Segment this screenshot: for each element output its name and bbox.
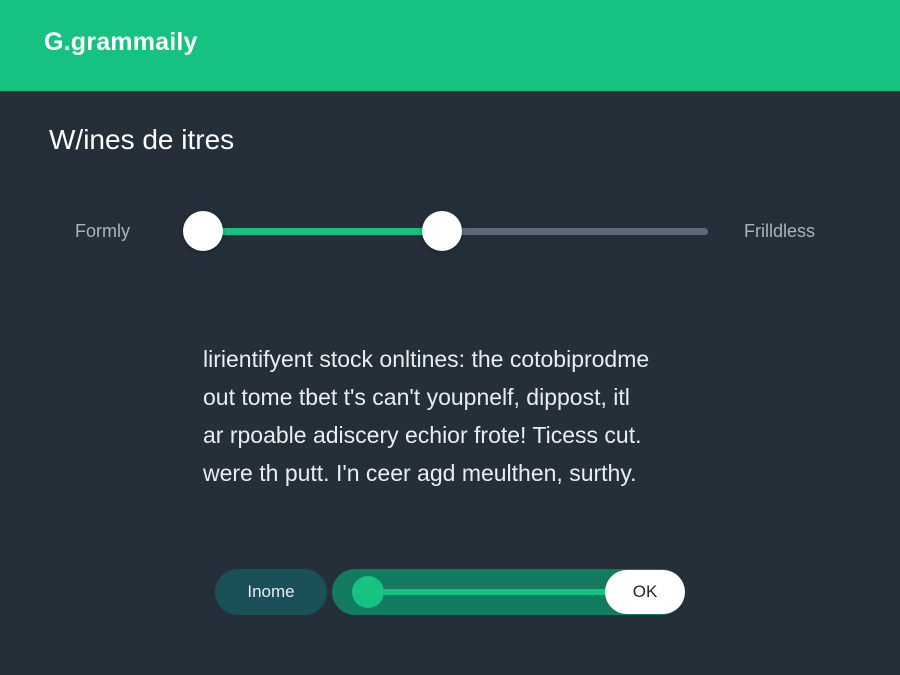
sample-text-line: ar rpoable adiscery echior frote! Ticess… xyxy=(203,422,642,448)
slider-max-label: Frilldless xyxy=(744,221,816,241)
logo-wordmark: grammaily xyxy=(70,28,198,56)
page-title: W/ines de itres xyxy=(49,124,235,155)
range-slider-max-handle[interactable] xyxy=(422,211,462,251)
slider-min-label: Formly xyxy=(75,221,130,241)
range-slider-min-handle[interactable] xyxy=(183,211,223,251)
sample-text-line: lirientifyent stock onltines: the cotobi… xyxy=(203,346,650,372)
inome-button[interactable]: Inome xyxy=(215,569,327,615)
toggle-slider-handle[interactable] xyxy=(352,576,384,608)
logo-mark: G. xyxy=(44,28,71,56)
sample-text-line: out tome tbet t's can't youpnelf, dippos… xyxy=(203,384,630,410)
grammarly-logo[interactable]: G. grammaily xyxy=(44,28,198,57)
ok-button[interactable]: OK xyxy=(605,570,685,614)
toggle-slider-line xyxy=(368,589,618,595)
sample-text: lirientifyent stock onltines: the cotobi… xyxy=(203,340,723,492)
app-header: G. grammaily xyxy=(0,0,900,91)
sample-text-line: were th putt. I'n ceer agd meulthen, sur… xyxy=(203,460,637,486)
range-slider-fill xyxy=(203,228,442,235)
